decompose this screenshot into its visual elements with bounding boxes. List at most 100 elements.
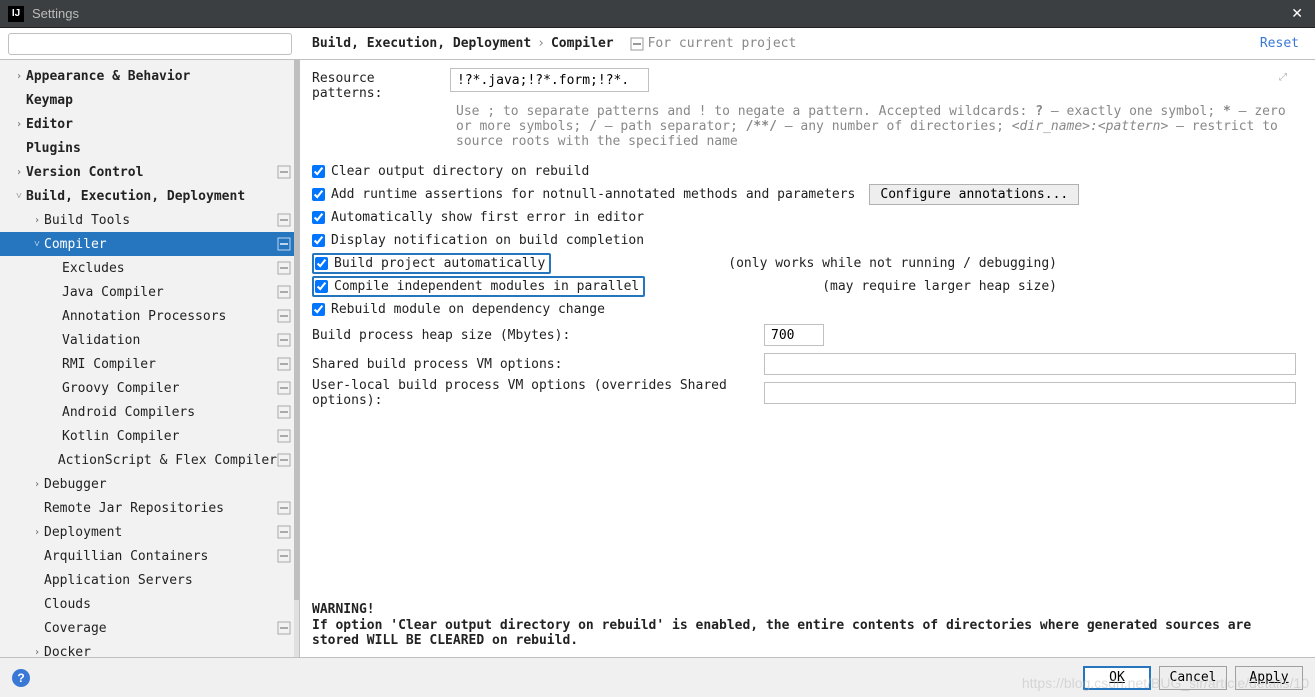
compile-parallel-checkbox[interactable] [315,280,328,293]
sidebar-item-annotation-processors[interactable]: Annotation Processors [0,304,299,328]
runtime-assertions-label: Add runtime assertions for notnull-annot… [331,187,855,202]
user-vm-label: User-local build process VM options (ove… [312,378,764,408]
resource-patterns-input[interactable] [450,68,649,92]
project-scope-icon [277,309,291,323]
rebuild-dep-checkbox[interactable] [312,303,325,316]
project-scope-icon [277,549,291,563]
sidebar-item-actionscript-flex-compiler[interactable]: ActionScript & Flex Compiler [0,448,299,472]
project-scope-icon [277,285,291,299]
sidebar-item-label: Remote Jar Repositories [44,501,277,516]
chevron-down-icon[interactable]: ˅ [12,191,26,202]
sidebar-item-docker[interactable]: ›Docker [0,640,299,657]
expand-field-icon[interactable]: ⤢ [1279,72,1293,86]
apply-button[interactable]: Apply [1235,666,1303,690]
sidebar-item-version-control[interactable]: ›Version Control [0,160,299,184]
sidebar-item-arquillian-containers[interactable]: Arquillian Containers [0,544,299,568]
user-vm-input[interactable] [764,382,1296,404]
sidebar-item-editor[interactable]: ›Editor [0,112,299,136]
sidebar-item-label: Coverage [44,621,277,636]
sidebar-item-label: Arquillian Containers [44,549,277,564]
shared-vm-input[interactable] [764,353,1296,375]
sidebar-item-kotlin-compiler[interactable]: Kotlin Compiler [0,424,299,448]
warning-title: WARNING! [312,602,1297,618]
sidebar-item-label: RMI Compiler [62,357,277,372]
build-auto-checkbox[interactable] [315,257,328,270]
titlebar: IJ Settings ✕ [0,0,1315,28]
clear-output-label: Clear output directory on rebuild [331,164,589,179]
sidebar-item-excludes[interactable]: Excludes [0,256,299,280]
sidebar-item-build-execution-deployment[interactable]: ˅Build, Execution, Deployment [0,184,299,208]
configure-annotations-button[interactable]: Configure annotations... [869,184,1079,205]
sidebar-item-debugger[interactable]: ›Debugger [0,472,299,496]
resource-patterns-help: Use ; to separate patterns and ! to nega… [456,105,1297,150]
breadcrumb-sep: › [537,36,545,51]
sidebar-item-appearance-behavior[interactable]: ›Appearance & Behavior [0,64,299,88]
sidebar-item-deployment[interactable]: ›Deployment [0,520,299,544]
project-scope-icon [277,333,291,347]
chevron-right-icon[interactable]: › [12,119,26,130]
chevron-down-icon[interactable]: ˅ [30,239,44,250]
sidebar-item-label: Deployment [44,525,277,540]
sidebar-item-label: Version Control [26,165,277,180]
ok-button[interactable]: OK [1083,666,1151,690]
project-scope-icon [277,501,291,515]
close-icon[interactable]: ✕ [1287,5,1307,22]
content-panel: Resource patterns: ⤢ Use ; to separate p… [300,60,1315,657]
compile-parallel-note: (may require larger heap size) [822,279,1297,294]
chevron-right-icon[interactable]: › [12,71,26,82]
sidebar-item-label: Editor [26,117,291,132]
chevron-right-icon[interactable]: › [30,215,44,226]
sidebar-item-label: Compiler [44,237,277,252]
breadcrumb-main: Build, Execution, Deployment [312,36,531,51]
sidebar-item-label: Application Servers [44,573,291,588]
sidebar-item-compiler[interactable]: ˅Compiler [0,232,299,256]
sidebar-item-groovy-compiler[interactable]: Groovy Compiler [0,376,299,400]
sidebar-item-label: Appearance & Behavior [26,69,291,84]
sidebar-item-label: Build, Execution, Deployment [26,189,291,204]
build-auto-note: (only works while not running / debuggin… [728,256,1297,271]
sidebar-item-remote-jar-repositories[interactable]: Remote Jar Repositories [0,496,299,520]
sidebar-item-application-servers[interactable]: Application Servers [0,568,299,592]
resource-patterns-label: Resource patterns: [312,68,450,101]
sidebar-item-label: Docker [44,645,291,658]
sidebar-item-validation[interactable]: Validation [0,328,299,352]
sidebar-item-label: Annotation Processors [62,309,277,324]
sidebar-item-keymap[interactable]: Keymap [0,88,299,112]
help-icon[interactable]: ? [12,669,30,687]
sidebar-item-java-compiler[interactable]: Java Compiler [0,280,299,304]
runtime-assertions-checkbox[interactable] [312,188,325,201]
sidebar-item-build-tools[interactable]: ›Build Tools [0,208,299,232]
shared-vm-label: Shared build process VM options: [312,357,764,372]
chevron-right-icon[interactable]: › [12,167,26,178]
chevron-right-icon[interactable]: › [30,647,44,658]
sidebar-item-plugins[interactable]: Plugins [0,136,299,160]
sidebar-item-rmi-compiler[interactable]: RMI Compiler [0,352,299,376]
sidebar-item-coverage[interactable]: Coverage [0,616,299,640]
reset-link[interactable]: Reset [1260,36,1315,51]
clear-output-checkbox[interactable] [312,165,325,178]
sidebar-item-clouds[interactable]: Clouds [0,592,299,616]
notify-build-checkbox[interactable] [312,234,325,247]
warning-block: WARNING! If option 'Clear output directo… [300,602,1315,657]
heap-size-input[interactable] [764,324,824,346]
chevron-right-icon[interactable]: › [30,527,44,538]
chevron-right-icon[interactable]: › [30,479,44,490]
project-scope-icon [277,237,291,251]
sidebar-item-label: Debugger [44,477,291,492]
project-scope-icon [277,405,291,419]
sidebar-item-label: Plugins [26,141,291,156]
heap-size-label: Build process heap size (Mbytes): [312,328,764,343]
project-scope-icon [277,621,291,635]
sidebar-item-android-compilers[interactable]: Android Compilers [0,400,299,424]
show-first-error-checkbox[interactable] [312,211,325,224]
sidebar-item-label: ActionScript & Flex Compiler [58,453,277,468]
breadcrumb: Build, Execution, Deployment › Compiler … [300,36,1260,51]
footer: ? OK Cancel Apply [0,657,1315,697]
sidebar-item-label: Groovy Compiler [62,381,277,396]
topbar: 🔍 Build, Execution, Deployment › Compile… [0,28,1315,60]
app-logo-icon: IJ [8,6,24,22]
search-input[interactable] [8,33,292,55]
cancel-button[interactable]: Cancel [1159,666,1227,690]
project-scope-icon [277,429,291,443]
sidebar-scrollbar[interactable] [294,60,299,657]
